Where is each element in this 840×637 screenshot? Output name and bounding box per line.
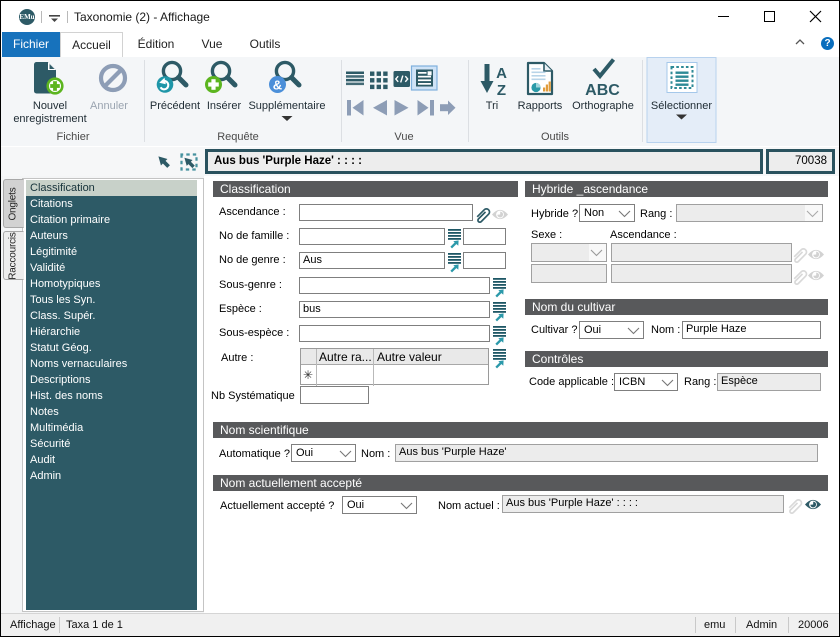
svg-text:&: & <box>273 78 282 93</box>
svg-text:Z: Z <box>497 82 506 99</box>
svg-text:ABC: ABC <box>585 82 620 99</box>
svg-text:A: A <box>496 65 507 82</box>
